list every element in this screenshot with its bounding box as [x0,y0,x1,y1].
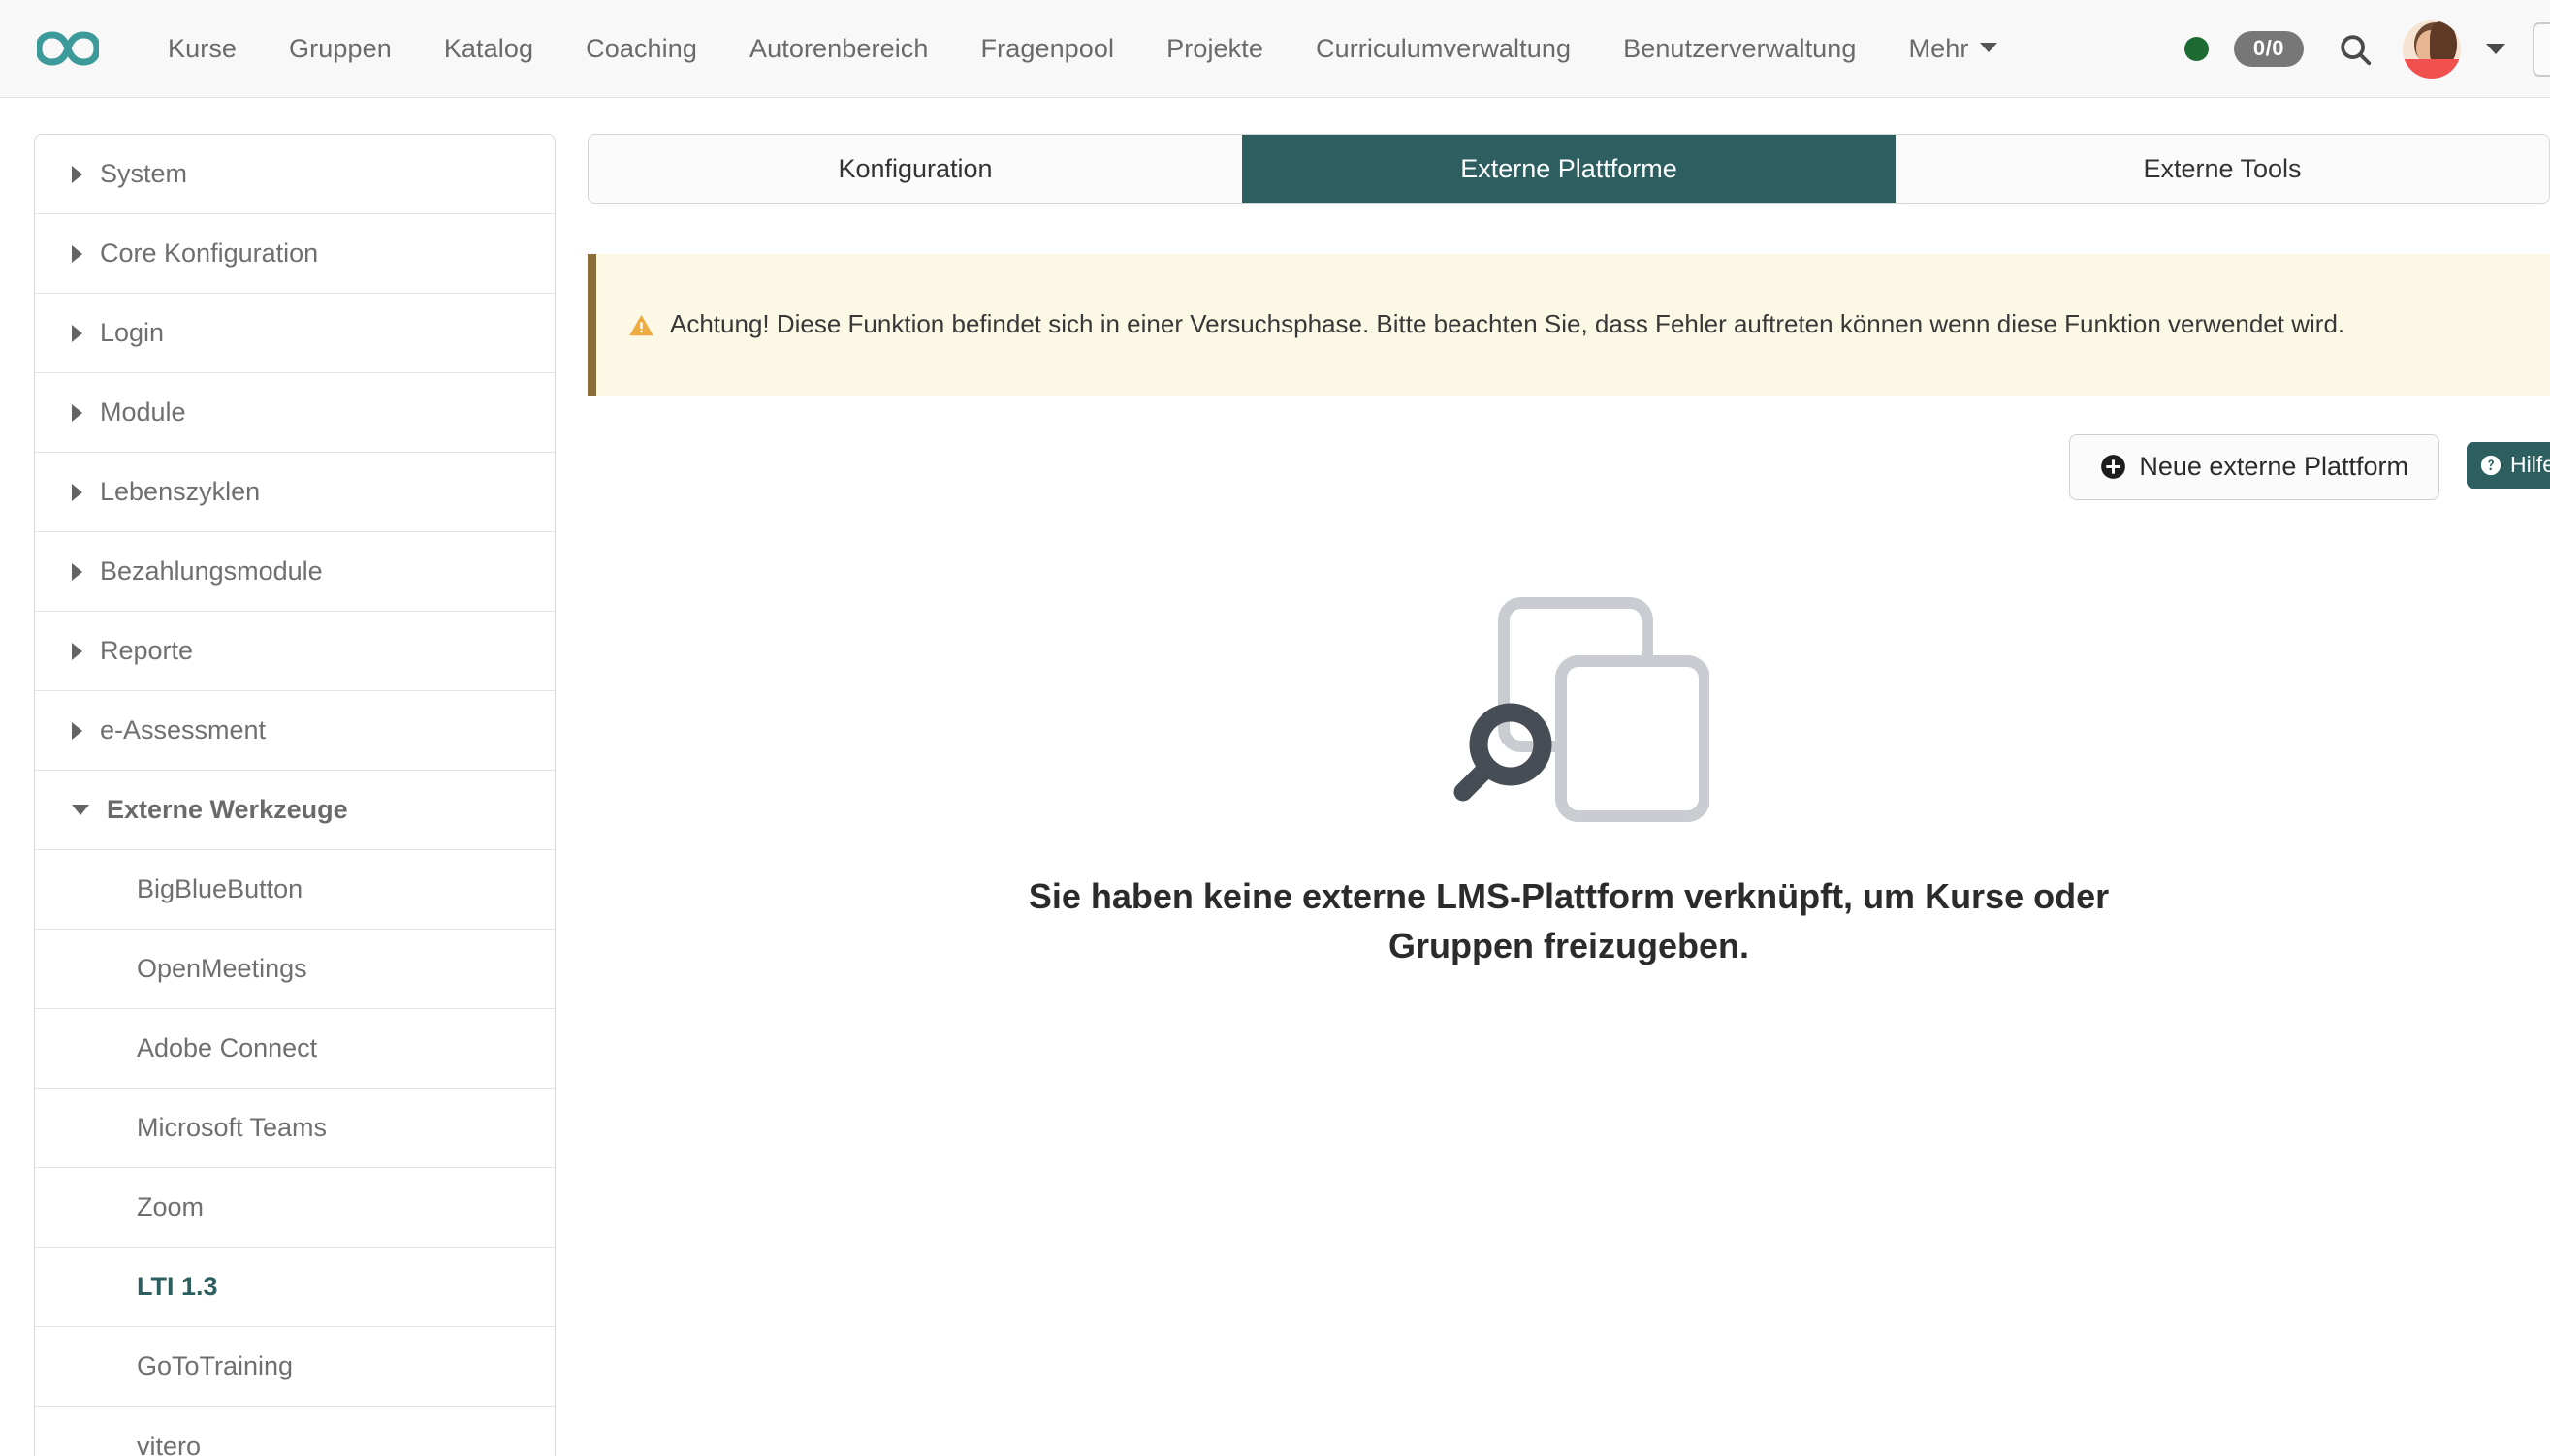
segmented-tabs: Konfiguration Externe Plattforme Externe… [588,134,2550,204]
tab-externe-plattforme[interactable]: Externe Plattforme [1242,135,1896,203]
nav-link-mehr[interactable]: Mehr [1883,36,2024,62]
sidebar-item-openmeetings[interactable]: OpenMeetings [35,930,555,1009]
sidebar-item-label: vitero [137,1432,201,1456]
chevron-right-icon [72,245,82,263]
alert-message: Achtung! Diese Funktion befindet sich in… [670,308,2344,341]
sidebar-item-core-konfiguration[interactable]: Core Konfiguration [35,214,555,294]
chevron-right-icon [72,484,82,501]
sidebar-item-label: Lebenszyklen [100,477,260,507]
sidebar-item-label: GoToTraining [137,1351,293,1381]
openolat-logo[interactable] [37,29,99,68]
help-button[interactable]: Hilfe [2467,442,2550,489]
sidebar-item-bigbluebutton[interactable]: BigBlueButton [35,850,555,930]
nav-link-autorenbereich[interactable]: Autorenbereich [723,36,955,62]
sidebar-item-zoom[interactable]: Zoom [35,1168,555,1248]
search-icon[interactable] [2337,31,2374,68]
sidebar-item-label: e-Assessment [100,715,266,745]
sidebar-item-label: Externe Werkzeuge [107,795,348,825]
search-documents-icon [1428,589,1709,837]
sidebar-item-lti-13[interactable]: LTI 1.3 [35,1248,555,1327]
status-indicator-dot [2184,37,2209,61]
chevron-right-icon [72,643,82,660]
main-content: Konfiguration Externe Plattforme Externe… [556,134,2550,970]
nav-link-benutzerverwaltung[interactable]: Benutzerverwaltung [1597,36,1882,62]
user-avatar[interactable] [2403,20,2461,79]
chevron-right-icon [72,722,82,740]
chevron-right-icon [72,325,82,342]
infinity-icon [37,29,99,68]
nav-link-curriculumverwaltung[interactable]: Curriculumverwaltung [1290,36,1597,62]
warning-triangle-icon [628,313,654,337]
sidebar-item-system[interactable]: System [35,135,555,214]
sidebar-item-reporte[interactable]: Reporte [35,612,555,691]
chevron-right-icon [72,166,82,183]
tab-externe-tools[interactable]: Externe Tools [1896,135,2549,203]
empty-state-message: Sie haben keine externe LMS-Plattform ve… [968,871,2170,970]
main-nav-links: Kurse Gruppen Katalog Coaching Autorenbe… [142,36,2024,62]
sidebar-item-label: OpenMeetings [137,954,307,984]
nav-link-katalog[interactable]: Katalog [418,36,559,62]
sidebar-item-vitero[interactable]: vitero [35,1407,555,1456]
sidebar-item-label: Microsoft Teams [137,1113,327,1143]
notification-count-badge[interactable]: 0/0 [2234,31,2304,67]
new-external-platform-label: Neue externe Plattform [2139,452,2408,482]
nav-link-fragenpool[interactable]: Fragenpool [955,36,1141,62]
chevron-right-icon [72,404,82,422]
top-navbar: Kurse Gruppen Katalog Coaching Autorenbe… [0,0,2550,98]
sidebar-item-adobe-connect[interactable]: Adobe Connect [35,1009,555,1089]
sidebar-item-label: Adobe Connect [137,1033,317,1063]
sidebar-item-externe-werkzeuge[interactable]: Externe Werkzeuge [35,771,555,850]
new-external-platform-button[interactable]: Neue externe Plattform [2069,434,2439,500]
tab-konfiguration[interactable]: Konfiguration [589,135,1242,203]
experimental-warning-banner: Achtung! Diese Funktion befindet sich in… [588,254,2550,396]
sidebar-item-e-assessment[interactable]: e-Assessment [35,691,555,771]
navbar-edge-control[interactable] [2533,22,2550,77]
sidebar-item-label: Login [100,318,164,348]
sidebar-item-label: System [100,159,187,189]
nav-link-kurse[interactable]: Kurse [142,36,263,62]
nav-link-mehr-label: Mehr [1909,34,1969,63]
nav-link-gruppen[interactable]: Gruppen [263,36,418,62]
empty-state: Sie haben keine externe LMS-Plattform ve… [588,589,2550,970]
sidebar-item-lebenszyklen[interactable]: Lebenszyklen [35,453,555,532]
question-circle-icon [2480,455,2502,476]
sidebar-item-label: Zoom [137,1192,204,1222]
sidebar-item-microsoft-teams[interactable]: Microsoft Teams [35,1089,555,1168]
sidebar-item-label: LTI 1.3 [137,1272,218,1302]
sidebar-item-bezahlungsmodule[interactable]: Bezahlungsmodule [35,532,555,612]
sidebar-item-label: BigBlueButton [137,874,303,904]
nav-link-projekte[interactable]: Projekte [1140,36,1290,62]
sidebar-item-label: Module [100,397,186,427]
admin-sidebar: System Core Konfiguration Login Module L… [34,134,556,1456]
user-menu-chevron-down-icon[interactable] [2486,44,2505,54]
avatar-shirt [2403,59,2461,79]
sidebar-item-module[interactable]: Module [35,373,555,453]
sidebar-item-label: Bezahlungsmodule [100,556,323,586]
sidebar-item-label: Reporte [100,636,193,666]
chevron-down-icon [72,805,89,815]
sidebar-item-label: Core Konfiguration [100,238,318,269]
plus-circle-icon [2100,454,2126,480]
sidebar-item-gototraining[interactable]: GoToTraining [35,1327,555,1407]
help-label: Hilfe [2510,452,2550,478]
nav-link-coaching[interactable]: Coaching [559,36,723,62]
page-body: System Core Konfiguration Login Module L… [0,98,2550,1456]
sidebar-item-login[interactable]: Login [35,294,555,373]
chevron-right-icon [72,563,82,581]
content-toolbar: Neue externe Plattform Hilfe [588,434,2550,500]
chevron-down-icon [1980,43,1997,52]
navbar-right-controls: 0/0 [2184,0,2550,98]
